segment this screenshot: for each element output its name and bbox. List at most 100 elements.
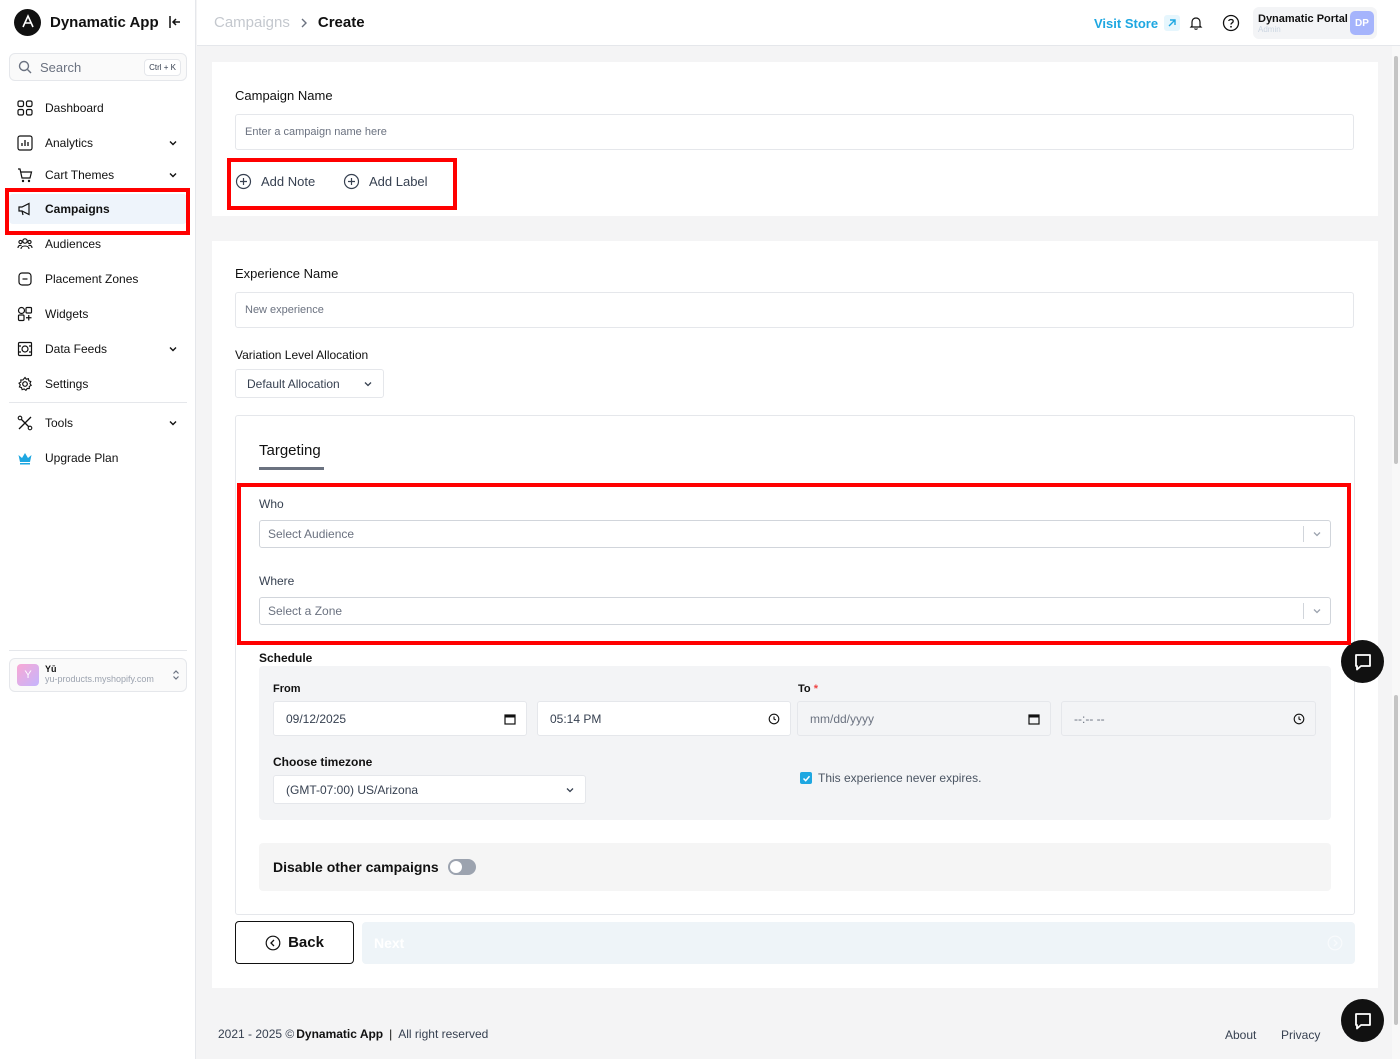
checkbox-checked-icon[interactable] [800,772,812,784]
footer-rights: All right reserved [398,1027,489,1041]
to-date-input[interactable]: mm/dd/yyyy [797,701,1051,736]
sidebar-item-label: Settings [45,377,89,391]
zone-icon [16,270,34,288]
sidebar: Dynamatic App Search Ctrl + K Dashboard … [0,0,196,1059]
search-placeholder: Search [40,59,82,75]
users-icon [16,235,34,253]
back-button[interactable]: Back [235,921,354,964]
campaign-name-input[interactable]: Enter a campaign name here [235,114,1354,150]
chevron-down-icon [168,418,178,428]
clock-icon[interactable] [1293,713,1305,725]
bar-chart-icon [16,134,34,152]
search-shortcut: Ctrl + K [144,58,181,76]
allocation-label: Variation Level Allocation [235,348,369,362]
sidebar-item-label: Analytics [45,136,94,150]
scrollbar-thumb-secondary[interactable] [1394,695,1398,1025]
never-expires-label: This experience never expires. [818,771,982,785]
chevron-down-icon [363,379,373,389]
calendar-icon[interactable] [1028,713,1040,725]
footer-years: 2021 - 2025 © [218,1027,295,1041]
from-date-input[interactable]: 09/12/2025 [273,701,527,736]
portal-name: Dynamatic Portal [1258,12,1348,25]
app-logo-icon[interactable] [14,8,41,36]
highlight-box-add-buttons [227,158,457,210]
tab-targeting[interactable]: Targeting [259,442,321,459]
search-input[interactable]: Search Ctrl + K [9,53,187,81]
chevron-right-icon [300,18,308,28]
from-time-input[interactable]: 05:14 PM [537,701,791,736]
sidebar-divider [9,402,187,403]
footer-copyright: 2021 - 2025 © Dynamatic App | All right … [218,1027,489,1041]
sidebar-item-settings[interactable]: Settings [9,369,187,399]
sidebar-item-analytics[interactable]: Analytics [9,128,187,158]
visit-store-link[interactable]: Visit Store [1094,15,1181,31]
chevron-down-icon [168,344,178,354]
sidebar-item-cart-themes[interactable]: Cart Themes [9,160,187,190]
sidebar-item-label: Placement Zones [45,272,139,286]
app-name: Dynamatic App [50,13,159,31]
visit-store-label: Visit Store [1094,15,1159,31]
timezone-select[interactable]: (GMT-07:00) US/Arizona [273,775,586,804]
highlight-box-campaigns [5,188,190,235]
to-time-input[interactable]: --:-- -- [1061,701,1316,736]
to-time-value: --:-- -- [1074,711,1105,726]
experience-name-input[interactable]: New experience [235,292,1354,328]
footer-privacy-link[interactable]: Privacy [1281,1028,1320,1042]
allocation-value: Default Allocation [247,376,340,391]
tab-active-indicator [259,467,324,470]
sidebar-divider [9,650,187,651]
scrollbar-thumb[interactable] [1394,56,1398,464]
timezone-label: Choose timezone [273,755,373,769]
chevron-down-icon [565,785,575,795]
avatar: DP [1350,11,1374,35]
next-label: Next [374,935,405,951]
arrow-right-circle-icon [1327,935,1343,951]
sidebar-item-label: Dashboard [45,101,104,115]
sidebar-item-tools[interactable]: Tools [9,408,187,438]
sidebar-item-label: Audiences [45,237,102,251]
disable-campaigns-toggle[interactable] [447,859,476,875]
user-menu[interactable]: Dynamatic Portal Admin DP [1253,7,1377,39]
sidebar-item-widgets[interactable]: Widgets [9,299,187,329]
sidebar-item-upgrade-plan[interactable]: Upgrade Plan [9,443,187,473]
help-icon[interactable] [1219,11,1243,35]
store-avatar: Y [17,664,39,686]
sidebar-item-data-feeds[interactable]: Data Feeds [9,334,187,364]
arrow-left-circle-icon [265,935,281,951]
sidebar-item-label: Data Feeds [45,342,108,356]
calendar-icon[interactable] [504,713,516,725]
to-label-text: To [798,683,811,695]
crown-icon [16,449,34,467]
to-label: To * [798,683,818,695]
sidebar-item-label: Cart Themes [45,168,115,182]
notifications-bell-icon[interactable] [1184,11,1208,35]
next-button[interactable]: Next [362,922,1355,964]
sidebar-item-placement-zones[interactable]: Placement Zones [9,264,187,294]
disable-campaigns-row: Disable other campaigns [259,843,1331,891]
sidebar-item-dashboard[interactable]: Dashboard [9,93,187,123]
breadcrumb: Campaigns Create [214,14,365,31]
cart-icon [16,166,34,184]
timezone-value: (GMT-07:00) US/Arizona [286,782,419,797]
required-marker: * [813,683,818,695]
clock-icon[interactable] [768,713,780,725]
from-label: From [273,683,301,695]
campaign-name-label: Campaign Name [235,88,333,103]
sidebar-item-label: Upgrade Plan [45,451,119,465]
from-time-value: 05:14 PM [550,711,602,726]
to-date-value: mm/dd/yyyy [810,711,875,726]
chat-button-secondary[interactable] [1341,999,1384,1042]
chat-button[interactable] [1341,640,1384,683]
sidebar-item-label: Widgets [45,307,89,321]
disable-campaigns-label: Disable other campaigns [273,859,439,875]
gear-icon [16,375,34,393]
store-switcher[interactable]: Y Yū yu-products.myshopify.com [9,658,187,692]
from-date-value: 09/12/2025 [286,711,347,726]
never-expires-checkbox[interactable]: This experience never expires. [800,771,981,785]
allocation-select[interactable]: Default Allocation [235,369,384,398]
footer-about-link[interactable]: About [1225,1028,1256,1042]
top-header: Campaigns Create Visit Store Dynamatic P… [197,0,1400,46]
collapse-sidebar-icon[interactable] [164,11,186,33]
breadcrumb-campaigns[interactable]: Campaigns [214,14,290,31]
sidebar-item-label: Tools [45,416,74,430]
